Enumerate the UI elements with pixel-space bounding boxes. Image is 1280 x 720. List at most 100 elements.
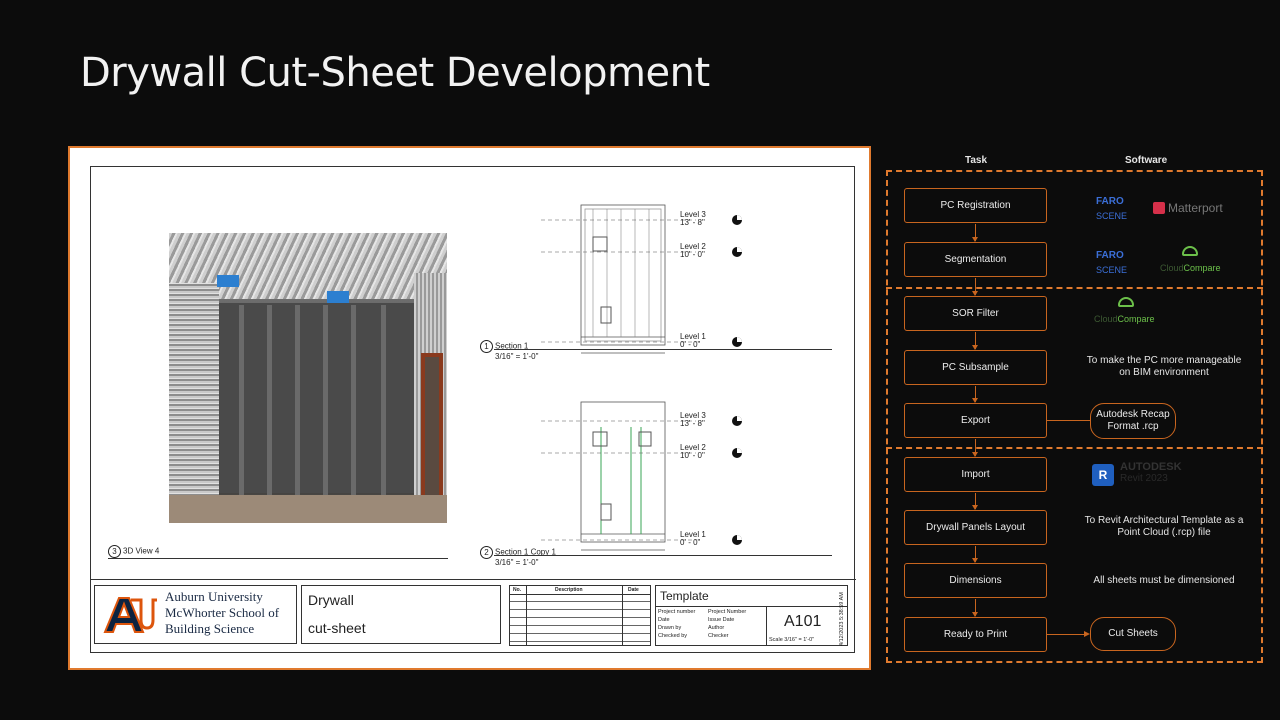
level-label: Level 1 0' - 0" bbox=[680, 531, 706, 547]
view-scale-section-1: 3/16" = 1'-0" bbox=[495, 352, 539, 361]
auburn-logo-icon bbox=[103, 597, 157, 633]
view-number-section-1: 1 bbox=[480, 340, 493, 353]
view-number-section-2: 2 bbox=[480, 546, 493, 559]
rev-header-no: No. bbox=[513, 587, 522, 593]
revit-text: Revit 2023 bbox=[1120, 473, 1168, 484]
sheet-name-line-1: Drywall bbox=[308, 592, 354, 608]
view-label-section-2: 2 Section 1 Copy 1 3/16" = 1'-0" bbox=[480, 546, 556, 567]
task-dimensions: Dimensions bbox=[904, 563, 1047, 598]
level-label: Level 3 13' - 8" bbox=[680, 211, 706, 227]
field-value: Issue Date bbox=[708, 617, 735, 623]
org-box: Auburn University McWhorter School of Bu… bbox=[94, 585, 297, 644]
title-block: Auburn University McWhorter School of Bu… bbox=[91, 579, 856, 654]
pill-autodesk-recap: Autodesk Recap Format .rcp bbox=[1090, 403, 1176, 439]
sheet-border: 3 3D View 4 Level 3 13' - 8" Level 2 10'… bbox=[90, 166, 856, 654]
faro-scene-text: SCENE bbox=[1096, 211, 1128, 221]
level-elev: 0' - 0" bbox=[680, 340, 701, 349]
sheet-name-box: Drywall cut-sheet bbox=[301, 585, 501, 644]
level-elev: 10' - 0" bbox=[680, 250, 705, 259]
org-name-line-2: McWhorter School of bbox=[165, 605, 280, 620]
note-subsample: To make the PC more manageable on BIM en… bbox=[1086, 355, 1242, 378]
cloudcompare-logo: CloudCompare bbox=[1094, 314, 1155, 324]
level-label: Level 2 10' - 0" bbox=[680, 243, 706, 259]
rev-header-description: Description bbox=[555, 587, 583, 593]
pill-cut-sheets: Cut Sheets bbox=[1090, 617, 1176, 651]
revit-logo: AUTODESK Revit 2023 bbox=[1120, 461, 1182, 485]
flow-arrow bbox=[972, 224, 978, 242]
org-name-line-1: Auburn University bbox=[165, 589, 263, 604]
cloudcompare-text-compare: Compare bbox=[1183, 263, 1221, 273]
column-header-software: Software bbox=[1125, 155, 1168, 166]
sheet-number: A101 bbox=[784, 613, 822, 630]
faro-scene-text: SCENE bbox=[1096, 265, 1128, 275]
revision-table: No. Description Date bbox=[509, 585, 651, 646]
field-value: Project Number bbox=[708, 609, 747, 615]
column-header-task: Task bbox=[965, 155, 988, 166]
flow-arrow bbox=[972, 493, 978, 510]
flow-arrow bbox=[972, 278, 978, 296]
faro-logo-text: FARO bbox=[1096, 250, 1124, 261]
task-export: Export bbox=[904, 403, 1047, 438]
faro-logo-text: FARO bbox=[1096, 196, 1124, 207]
cloud-icon bbox=[1182, 246, 1198, 256]
view-label-3d: 3 3D View 4 bbox=[108, 545, 159, 558]
autodesk-text: AUTODESK bbox=[1120, 461, 1182, 473]
note-dimensions: All sheets must be dimensioned bbox=[1093, 575, 1235, 586]
view-scale-section-2: 3/16" = 1'-0" bbox=[495, 558, 539, 567]
task-import: Import bbox=[904, 457, 1047, 492]
view-title-3d: 3D View 4 bbox=[123, 546, 160, 556]
cloudcompare-text-compare: Compare bbox=[1117, 314, 1155, 324]
drawing-sheet: 3 3D View 4 Level 3 13' - 8" Level 2 10'… bbox=[68, 146, 871, 670]
flow-arrow bbox=[972, 599, 978, 617]
level-label: Level 2 10' - 0" bbox=[680, 444, 706, 460]
cloudcompare-text-cloud: Cloud bbox=[1094, 314, 1118, 324]
revit-icon: R bbox=[1092, 464, 1114, 486]
field-label: Date bbox=[658, 617, 670, 623]
rev-header-date: Date bbox=[628, 587, 639, 593]
field-label: Checked by bbox=[658, 633, 688, 639]
sheet-scale: Scale 3/16" = 1'-0" bbox=[769, 637, 815, 643]
task-drywall-panels-layout: Drywall Panels Layout bbox=[904, 510, 1047, 545]
level-elev: 13' - 8" bbox=[680, 218, 705, 227]
flow-arrow bbox=[972, 386, 978, 403]
field-label: Drawn by bbox=[658, 625, 682, 631]
matterport-icon bbox=[1153, 202, 1165, 214]
task-sor-filter: SOR Filter bbox=[904, 296, 1047, 331]
note-layout: To Revit Architectural Template as a Poi… bbox=[1084, 515, 1244, 538]
level-elev: 0' - 0" bbox=[680, 538, 701, 547]
sheet-name-line-2: cut-sheet bbox=[308, 620, 366, 636]
cloudcompare-logo: CloudCompare bbox=[1160, 263, 1221, 273]
level-elev: 10' - 0" bbox=[680, 451, 705, 460]
level-elev: 13' - 8" bbox=[680, 419, 705, 428]
workflow-divider bbox=[886, 447, 1263, 449]
level-label: Level 1 0' - 0" bbox=[680, 333, 706, 349]
faro-scene-logo: FARO SCENE bbox=[1096, 195, 1127, 223]
cloud-icon bbox=[1118, 297, 1134, 307]
view-label-section-1: 1 Section 1 3/16" = 1'-0" bbox=[480, 340, 538, 361]
field-value: Checker bbox=[708, 633, 729, 639]
faro-scene-logo: FARO SCENE bbox=[1096, 249, 1127, 277]
org-name-line-3: Building Science bbox=[165, 621, 255, 636]
print-timestamp: 4/12/2023 5:38:59 AM bbox=[839, 592, 845, 646]
flow-arrow bbox=[972, 332, 978, 350]
page-title: Drywall Cut-Sheet Development bbox=[80, 50, 710, 96]
section-drawings bbox=[541, 204, 742, 551]
point-cloud-3d-view bbox=[169, 233, 447, 523]
flow-arrow bbox=[972, 439, 978, 457]
level-label: Level 3 13' - 8" bbox=[680, 412, 706, 428]
connector-line bbox=[1047, 634, 1087, 635]
view-number-3d: 3 bbox=[108, 545, 121, 558]
field-value: Author bbox=[708, 625, 725, 631]
field-label: Project number bbox=[658, 609, 696, 615]
task-segmentation: Segmentation bbox=[904, 242, 1047, 277]
task-ready-to-print: Ready to Print bbox=[904, 617, 1047, 652]
workflow-divider bbox=[886, 287, 1263, 289]
sheet-info-box: Template Project number Project Number Da… bbox=[655, 585, 848, 646]
task-pc-registration: PC Registration bbox=[904, 188, 1047, 223]
connector-line bbox=[1047, 420, 1090, 421]
matterport-logo-text: Matterport bbox=[1168, 201, 1223, 215]
template-label: Template bbox=[660, 589, 709, 603]
flow-arrow bbox=[972, 546, 978, 563]
cloudcompare-text-cloud: Cloud bbox=[1160, 263, 1184, 273]
task-pc-subsample: PC Subsample bbox=[904, 350, 1047, 385]
